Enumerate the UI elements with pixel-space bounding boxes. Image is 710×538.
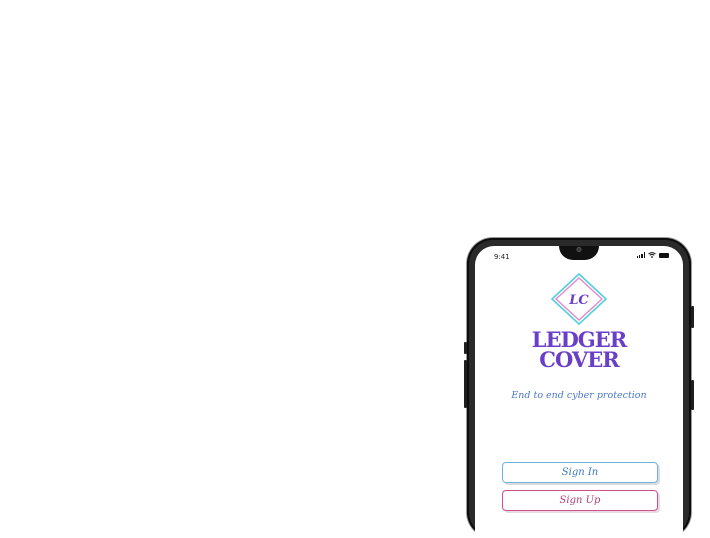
notch <box>559 246 599 260</box>
logo-monogram: LC <box>568 293 589 308</box>
brand-name: LEDGER COVER <box>475 329 683 372</box>
power-button <box>691 306 694 328</box>
sign-up-button[interactable]: Sign Up <box>502 490 658 511</box>
sign-in-button[interactable]: Sign In <box>502 462 658 483</box>
volume-buttons <box>464 360 467 408</box>
status-time: 9:41 <box>494 253 510 261</box>
battery-icon <box>659 252 669 258</box>
wifi-icon <box>648 252 656 258</box>
status-icons <box>636 252 669 258</box>
signal-icon <box>636 252 645 258</box>
side-button <box>691 380 694 410</box>
tagline: End to end cyber protection <box>511 390 647 401</box>
brand-line-2: COVER <box>539 347 619 372</box>
app-logo: LC <box>550 272 608 326</box>
phone-screen: 9:41 LC LEDGER COVER End to end cyber pr… <box>475 246 683 538</box>
phone-mockup: 9:41 LC LEDGER COVER End to end cyber pr… <box>464 238 694 538</box>
mute-switch <box>464 342 467 354</box>
camera-icon <box>576 247 582 252</box>
